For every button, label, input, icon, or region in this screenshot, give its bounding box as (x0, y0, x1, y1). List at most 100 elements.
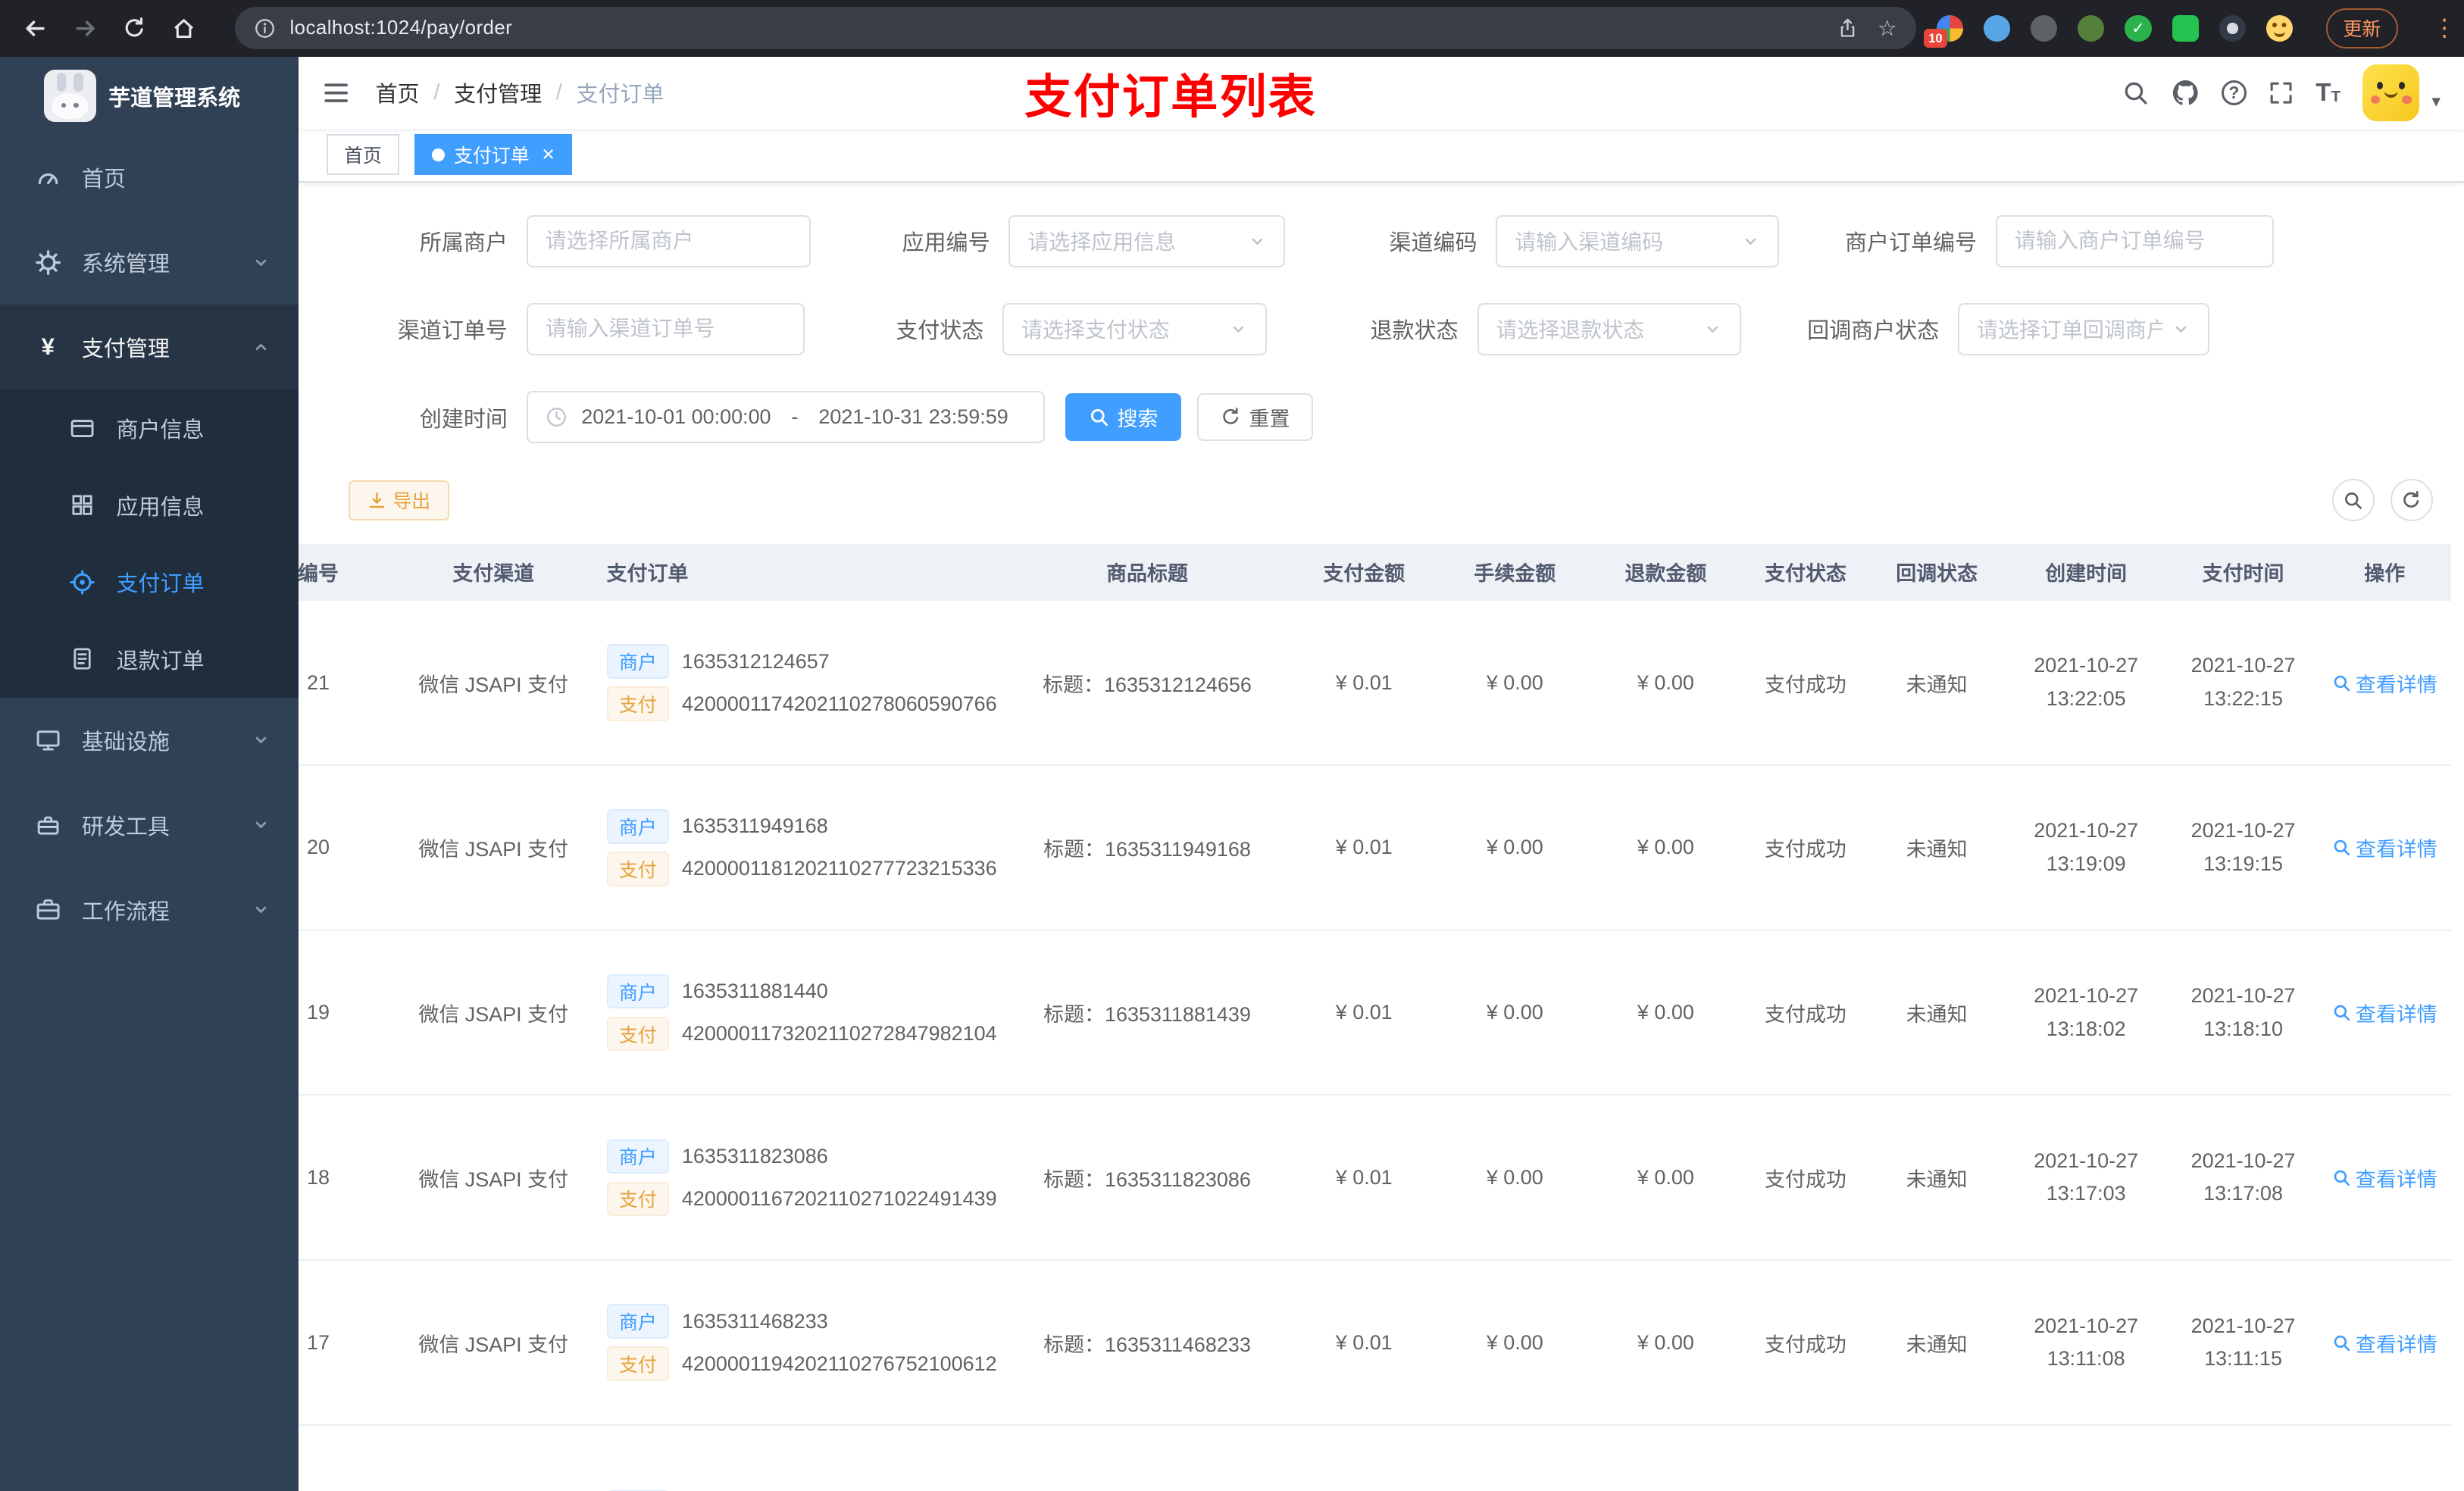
pay-tag: 支付 (606, 1016, 670, 1052)
channel-code-select[interactable]: 请输入渠道编码 (1496, 215, 1779, 267)
export-button[interactable]: 导出 (349, 480, 449, 521)
site-info-icon[interactable] (254, 17, 276, 39)
extension-icon[interactable] (2030, 14, 2058, 42)
navbar-actions: ? TT ▾ (2122, 64, 2441, 121)
avatar[interactable] (2362, 64, 2419, 121)
toggle-search-icon[interactable] (2331, 479, 2375, 522)
cell-title: 标题：1635311468233 (1005, 1260, 1289, 1426)
url-text[interactable]: localhost:1024/pay/order (290, 17, 1837, 39)
extension-icon[interactable]: ✓ (2125, 14, 2152, 42)
hamburger-icon[interactable] (322, 79, 350, 107)
sidebar-item-payment[interactable]: ¥ 支付管理 (0, 305, 299, 390)
browser-back-icon[interactable] (16, 8, 56, 48)
field-label: 回调商户状态 (1807, 319, 1940, 344)
tab-pay-order[interactable]: 支付订单 × (414, 134, 572, 176)
view-detail-link[interactable]: 查看详情 (2332, 833, 2437, 862)
refund-status-select[interactable]: 请选择退款状态 (1477, 303, 1741, 355)
sidebar-item-home[interactable]: 首页 (0, 135, 299, 220)
main-area: 首页 / 支付管理 / 支付订单 支付订单列表 ? T T ▾ 首页 支付订单 … (299, 56, 2464, 1491)
sidebar-item-workflow[interactable]: 工作流程 (0, 867, 299, 952)
col-header-status: 支付状态 (1740, 543, 1870, 602)
help-icon[interactable]: ? (2221, 80, 2247, 105)
browser-forward-icon[interactable] (65, 8, 105, 48)
github-icon[interactable] (2172, 79, 2200, 107)
merchant-order-no-input[interactable] (1995, 215, 2274, 267)
sidebar-item-app-info[interactable]: 应用信息 (0, 467, 299, 544)
merchant-order-no: 1635311468233 (681, 1309, 828, 1333)
cell-fee: ¥ 0.00 (1439, 930, 1590, 1096)
extension-icon[interactable] (2219, 14, 2247, 42)
cell-actions: 查看详情 (2318, 764, 2452, 931)
extension-icon[interactable] (1983, 14, 2011, 42)
refresh-icon[interactable] (2390, 479, 2433, 522)
channel-order-no-input[interactable] (526, 303, 805, 355)
app-select[interactable]: 请选择应用信息 (1008, 215, 1286, 267)
col-header-refund: 退款金额 (1590, 543, 1741, 602)
sidebar-item-system[interactable]: 系统管理 (0, 220, 299, 305)
cell-notify: 未通知 (1870, 1260, 2004, 1426)
browser-update-button[interactable]: 更新 (2325, 8, 2398, 48)
chevron-down-icon (252, 900, 270, 919)
view-detail-link[interactable]: 查看详情 (2332, 1163, 2437, 1192)
bookmark-star-icon[interactable]: ☆ (1878, 15, 1897, 42)
sidebar-item-devtools[interactable]: 研发工具 (0, 783, 299, 867)
browser-reload-icon[interactable] (114, 8, 155, 48)
briefcase-icon (35, 897, 61, 922)
toolbox-icon (35, 812, 61, 837)
date-range-picker[interactable]: 2021-10-01 00:00:00 - 2021-10-31 23:59:5… (526, 391, 1046, 443)
field-label: 创建时间 (419, 407, 508, 432)
extension-icon[interactable] (2265, 14, 2294, 42)
share-icon[interactable] (1837, 17, 1859, 39)
font-size-icon[interactable]: TT (2315, 80, 2340, 105)
fullscreen-icon[interactable] (2269, 80, 2294, 105)
table-row: 20 微信 JSAPI 支付 商户 1635311949168 支付 4200001… (299, 764, 2452, 931)
cell-actions: 查看详情 (2318, 930, 2452, 1096)
url-bar[interactable]: localhost:1024/pay/order ☆ (234, 7, 1916, 50)
page: localhost:1024/pay/order ☆ 10 ✓ 更新 ⋮ 芋道管… (0, 0, 2464, 1491)
sidebar-item-label: 首页 (81, 167, 126, 192)
field-label: 所属商户 (419, 231, 508, 256)
field-label: 渠道编码 (1389, 231, 1477, 256)
cell-status: 支付成功 (1740, 1260, 1870, 1426)
sidebar-item-label: 基础设施 (81, 730, 170, 755)
cell-status: 支付成功 (1740, 1095, 1870, 1261)
sidebar-item-label: 退款订单 (116, 649, 205, 674)
view-detail-link[interactable]: 查看详情 (2332, 668, 2437, 698)
cell-refund: ¥ 0.00 (1590, 600, 1741, 766)
dashboard-icon (35, 165, 61, 190)
pay-tag: 支付 (606, 686, 670, 721)
reset-button[interactable]: 重置 (1197, 393, 1314, 441)
search-button[interactable]: 搜索 (1065, 393, 1182, 441)
sidebar-item-refund-order[interactable]: 退款订单 (0, 620, 299, 698)
browser-menu-icon[interactable]: ⋮ (2433, 14, 2456, 42)
cell-channel: 微信 JSAPI 支付 (392, 930, 594, 1096)
extension-icon[interactable] (2078, 14, 2105, 42)
cell-status: 支付成功 (1740, 930, 1870, 1096)
extension-icon[interactable] (2172, 14, 2199, 42)
search-icon[interactable] (2122, 80, 2149, 106)
sidebar-logo[interactable]: 芋道管理系统 (0, 57, 299, 136)
sidebar-item-infra[interactable]: 基础设施 (0, 698, 299, 783)
browser-home-icon[interactable] (164, 8, 204, 48)
breadcrumb-item[interactable]: 首页 (376, 77, 420, 108)
cell-notify: 未通知 (1870, 764, 2004, 931)
view-detail-link[interactable]: 查看详情 (2332, 998, 2437, 1027)
cell-amount: ¥ 0.01 (1288, 600, 1440, 766)
filter-create-time: 创建时间 2021-10-01 00:00:00 - 2021-10-31 23… (330, 391, 1314, 443)
pay-status-select[interactable]: 请选择支付状态 (1002, 303, 1267, 355)
close-icon[interactable]: × (542, 143, 555, 166)
browser-chrome: localhost:1024/pay/order ☆ 10 ✓ 更新 ⋮ (0, 0, 2464, 57)
sidebar-item-pay-order[interactable]: 支付订单 (0, 544, 299, 621)
notify-status-select[interactable]: 请选择订单回调商户状态 (1958, 303, 2209, 355)
tab-home[interactable]: 首页 (327, 134, 399, 176)
merchant-input[interactable] (526, 215, 811, 267)
view-detail-link[interactable]: 查看详情 (2332, 1328, 2437, 1358)
extension-icon[interactable]: 10 (1923, 14, 1963, 48)
pay-tag: 支付 (606, 1346, 670, 1381)
chevron-down-icon (252, 815, 270, 834)
breadcrumb-item[interactable]: 支付管理 (454, 77, 542, 108)
caret-down-icon[interactable]: ▾ (2431, 91, 2440, 111)
sidebar-item-merchant-info[interactable]: 商户信息 (0, 389, 299, 467)
cell-amount: ¥ 0.01 (1288, 764, 1440, 931)
aim-icon (69, 570, 95, 595)
